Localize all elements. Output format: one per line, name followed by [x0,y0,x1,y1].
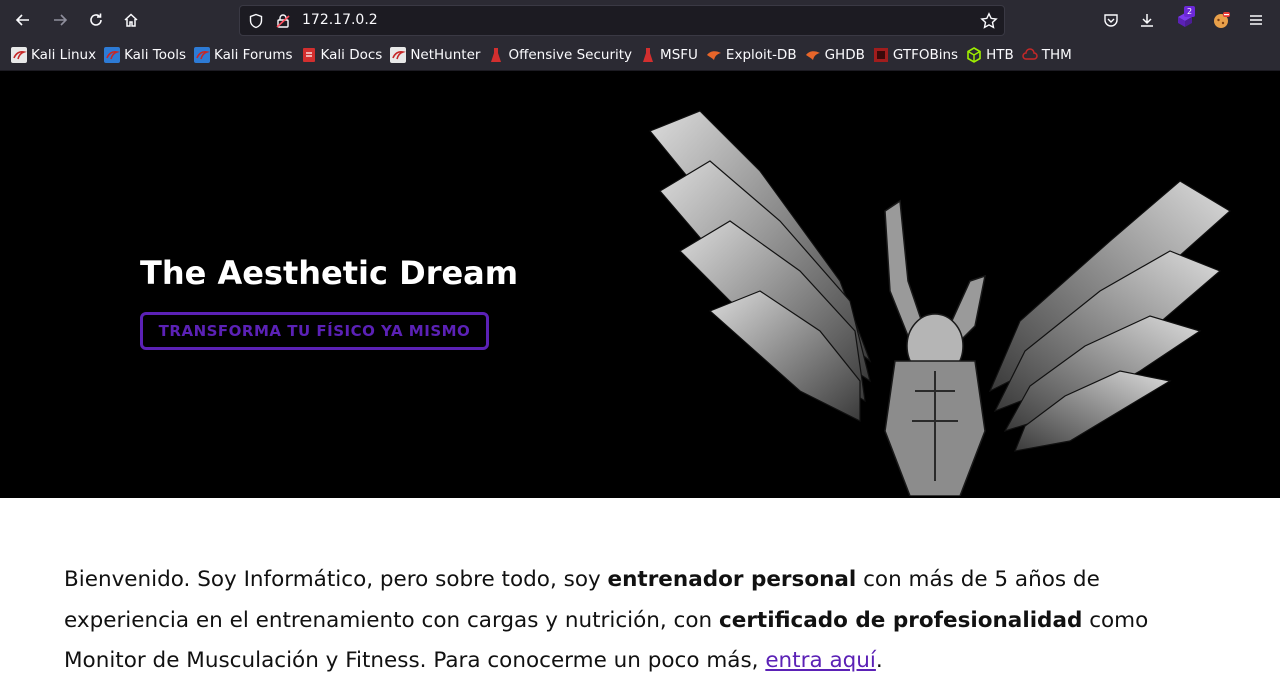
winged-man-illustration [649,110,1232,496]
bookmark-label: Kali Tools [124,47,186,63]
home-button[interactable] [117,6,145,34]
extension-badge: 2 [1184,6,1195,17]
bookmark-exploit-db[interactable]: Exploit-DB [706,43,797,67]
arrow-right-icon [54,14,68,26]
htb-cube-icon [966,47,982,63]
bookmark-kali-forums[interactable]: Kali Forums [194,43,293,67]
kali-dragon-icon [194,47,210,63]
bookmark-kali-linux[interactable]: Kali Linux [11,43,96,67]
thm-cloud-icon [1022,47,1038,63]
bookmark-label: Kali Linux [31,47,97,63]
url-text[interactable]: 172.17.0.2 [302,12,378,28]
downloads-button[interactable] [1133,6,1161,34]
profile-extension-button[interactable] [1207,6,1235,34]
intro-text-1: Bienvenido. Soy Informático, pero sobre … [64,567,608,592]
download-icon [1141,14,1153,27]
offsec-icon [488,47,504,63]
home-icon [124,13,138,27]
cta-button[interactable]: TRANSFORMA TU FÍSICO YA MISMO [140,312,489,350]
bookmark-label: NetHunter [410,47,481,63]
bookmark-label: Offensive Security [508,47,633,63]
kali-dragon-icon [11,47,27,63]
bookmark-ghdb[interactable]: GHDB [805,43,865,67]
intro-bold-trainer: entrenador personal [607,567,857,592]
bookmark-label: GTFOBins [892,47,959,63]
url-bar[interactable]: 172.17.0.2 [239,5,1005,36]
kali-dragon-icon [390,47,407,63]
docs-icon [301,47,317,63]
bookmark-label: Kali Docs [320,47,383,63]
app-menu-button[interactable] [1242,6,1270,34]
bookmark-gtfobins[interactable]: GTFOBins [873,43,958,67]
pocket-icon [1104,14,1118,27]
bookmark-htb[interactable]: HTB [966,43,1014,67]
pocket-button[interactable] [1097,6,1125,34]
bookmark-msfu[interactable]: MSFU [640,43,698,67]
intro-paragraph: Bienvenido. Soy Informático, pero sobre … [64,560,1224,682]
about-link[interactable]: entra aquí [765,648,876,673]
bookmark-label: GHDB [824,47,865,63]
bookmark-nethunter[interactable]: NetHunter [390,43,480,67]
intro-text-4: . [875,648,883,673]
bookmarks-bar: Kali Linux Kali Tools Kali Forums Kali Docs… [0,40,1280,71]
back-button[interactable] [9,6,37,34]
reload-icon [90,13,102,26]
arrow-left-icon [15,14,29,26]
bookmark-label: THM [1041,47,1072,63]
insecure-lock-icon[interactable] [274,12,292,30]
kali-dragon-icon [104,47,121,63]
reload-button[interactable] [82,6,110,34]
cookie-extension-icon [1214,12,1230,28]
exploit-db-icon [805,47,821,63]
bookmark-label: MSFU [660,47,698,63]
offsec-icon [640,47,656,63]
bookmark-offensive-security[interactable]: Offensive Security [488,43,632,67]
hamburger-menu-icon [1250,15,1262,25]
bookmark-star-icon[interactable] [980,12,998,30]
bookmark-kali-docs[interactable]: Kali Docs [301,43,383,67]
hero-title: The Aesthetic Dream [140,254,519,292]
bookmark-label: HTB [986,47,1014,63]
exploit-db-icon [706,47,722,63]
browser-toolbar: 172.17.0.2 2 [0,0,1280,40]
extension-button[interactable]: 2 [1171,6,1199,34]
bookmark-label: Kali Forums [214,47,293,63]
bookmark-thm[interactable]: THM [1022,43,1072,67]
intro-bold-certificate: certificado de profesionalidad [719,607,1083,633]
gtfobins-icon [873,47,889,63]
bookmark-label: Exploit-DB [725,47,797,63]
forward-button[interactable] [46,6,74,34]
bookmark-kali-tools[interactable]: Kali Tools [104,43,186,67]
hero-section: The Aesthetic Dream TRANSFORMA TU FÍSICO… [0,71,1280,498]
shield-icon[interactable] [247,12,265,30]
